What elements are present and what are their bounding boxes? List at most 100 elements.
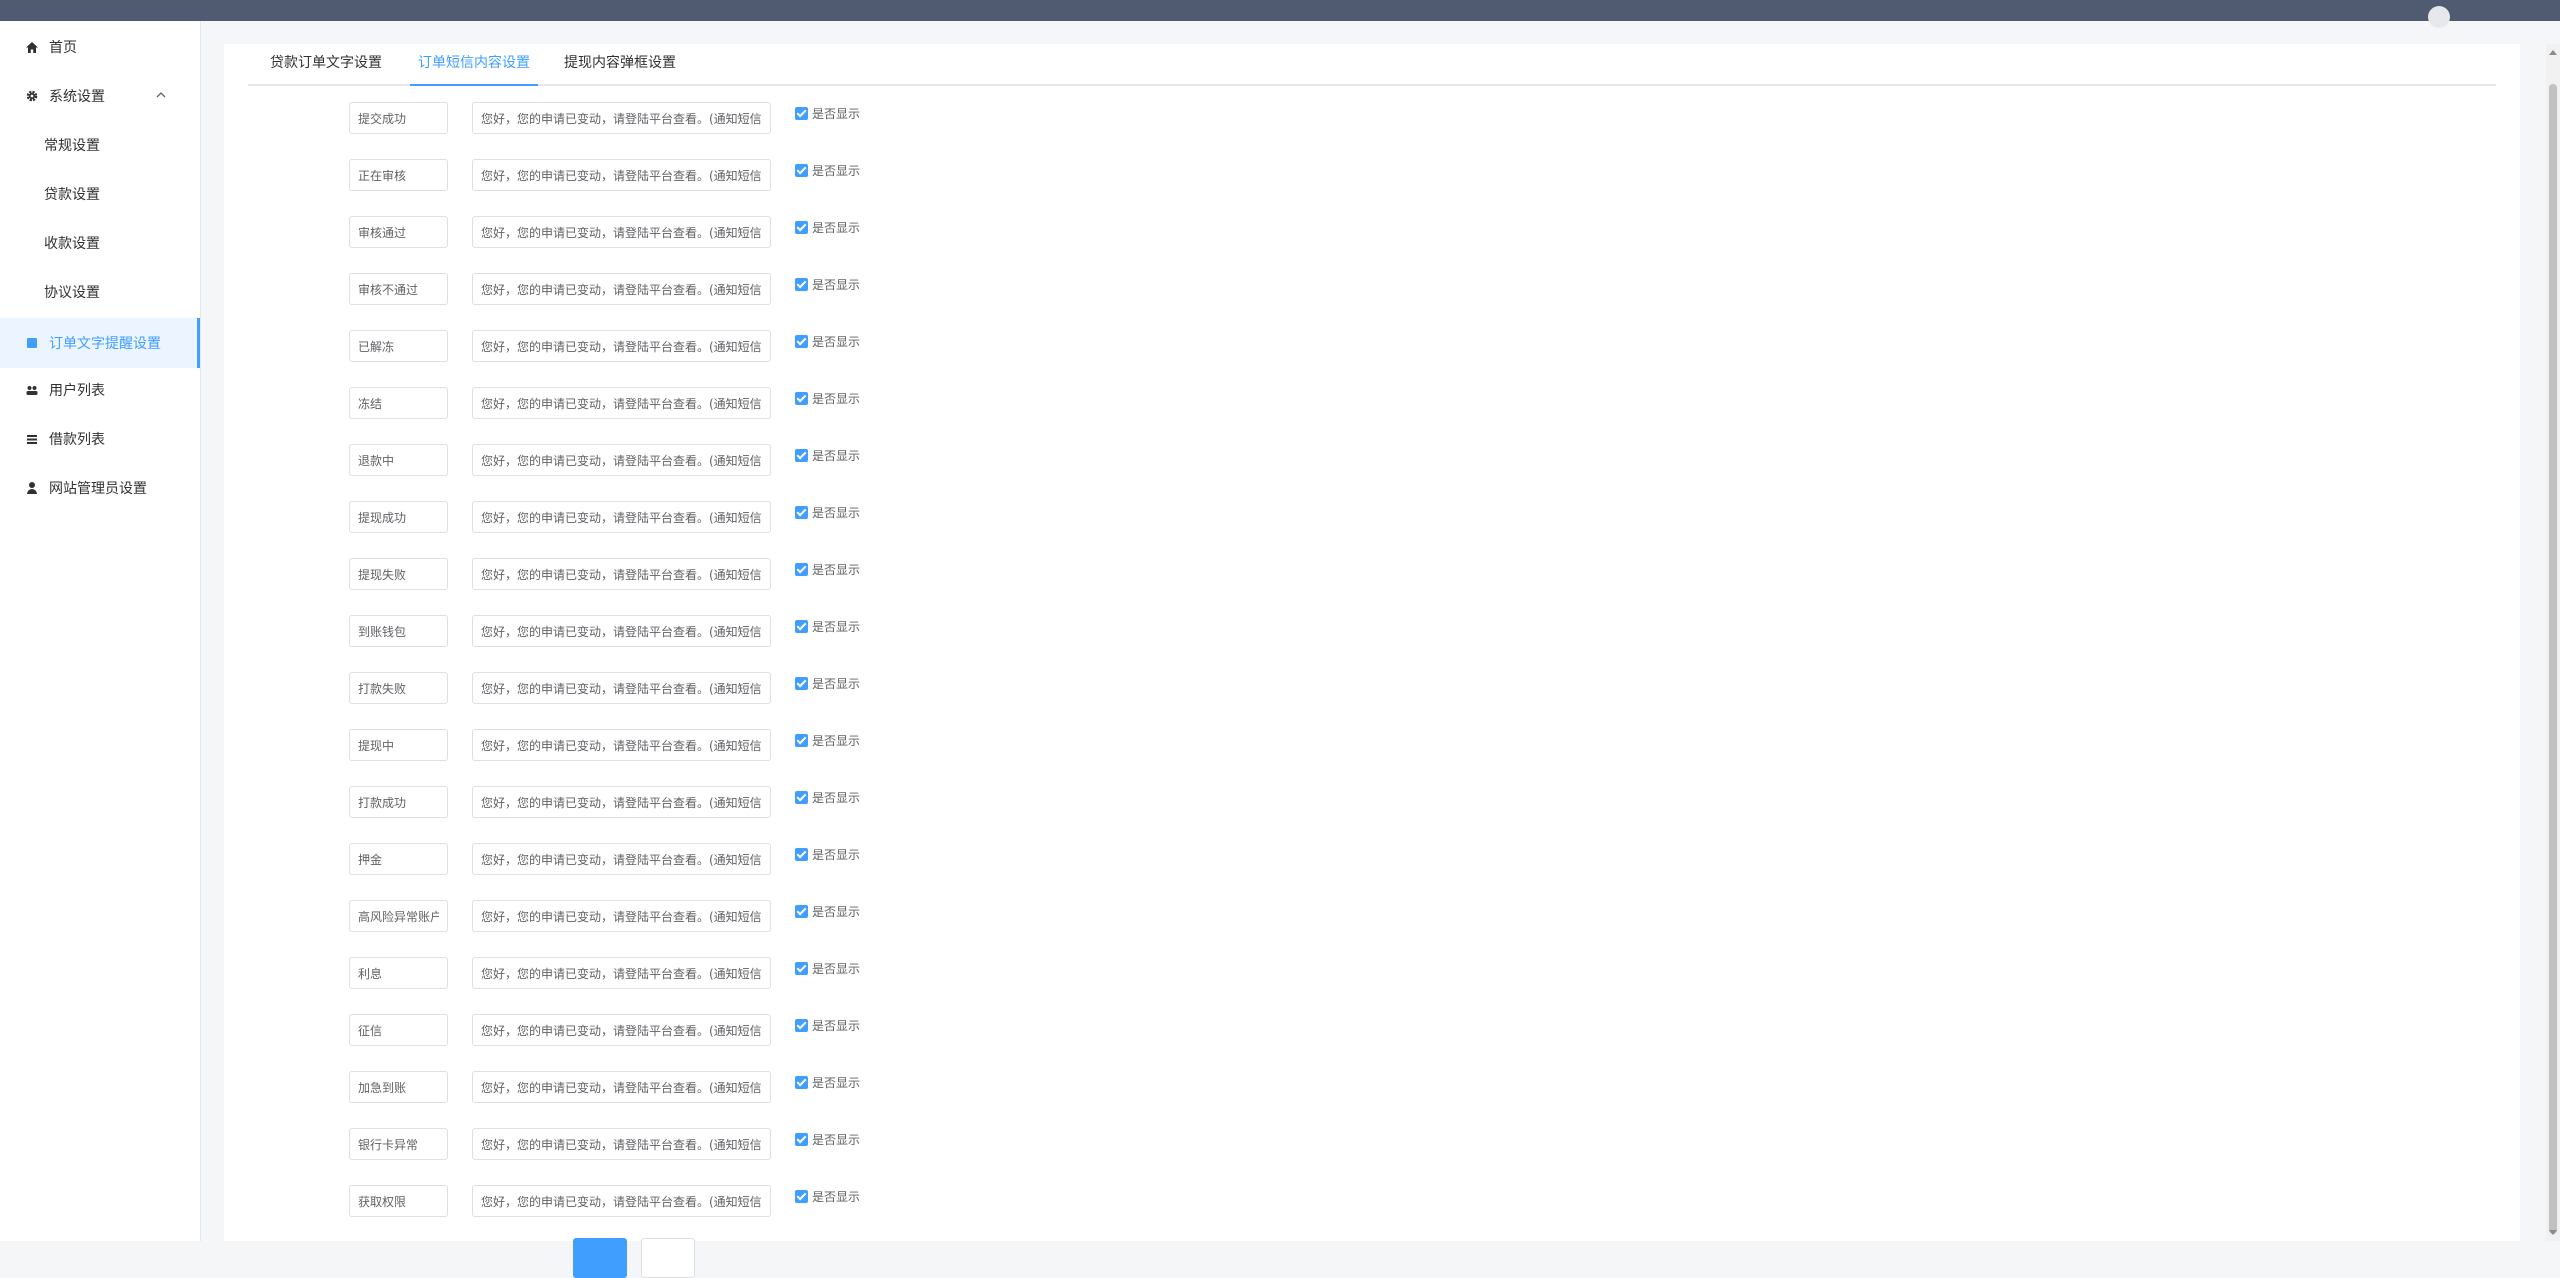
checkbox-checked-icon[interactable]	[795, 278, 808, 291]
status-name-input[interactable]	[349, 786, 448, 818]
status-name-input[interactable]	[349, 672, 448, 704]
status-name-input[interactable]	[349, 1128, 448, 1160]
status-name-input[interactable]	[349, 729, 448, 761]
status-name-input[interactable]	[349, 501, 448, 533]
status-name-input[interactable]	[349, 216, 448, 248]
sms-content-input[interactable]	[472, 1071, 771, 1103]
reset-button[interactable]	[641, 1238, 695, 1278]
checkbox-checked-icon[interactable]	[795, 335, 808, 348]
checkbox-checked-icon[interactable]	[795, 791, 808, 804]
sidebar-item-loan-list[interactable]: 借款列表	[0, 416, 200, 462]
status-name-input[interactable]	[349, 843, 448, 875]
sidebar-item-general-settings[interactable]: 常规设置	[0, 122, 200, 168]
show-checkbox[interactable]: 是否显示	[795, 162, 860, 179]
sidebar-item-user-list[interactable]: 用户列表	[0, 367, 200, 413]
checkbox-checked-icon[interactable]	[795, 734, 808, 747]
sidebar-item-payment-settings[interactable]: 收款设置	[0, 220, 200, 266]
sms-content-input[interactable]	[472, 558, 771, 590]
checkbox-checked-icon[interactable]	[795, 392, 808, 405]
sms-content-input[interactable]	[472, 672, 771, 704]
status-name-input[interactable]	[349, 1014, 448, 1046]
sms-content-input[interactable]	[472, 216, 771, 248]
checkbox-checked-icon[interactable]	[795, 221, 808, 234]
sms-content-input[interactable]	[472, 843, 771, 875]
show-checkbox[interactable]: 是否显示	[795, 504, 860, 521]
checkbox-checked-icon[interactable]	[795, 620, 808, 633]
scroll-up-icon[interactable]	[2549, 50, 2557, 55]
sms-content-input[interactable]	[472, 1014, 771, 1046]
checkbox-checked-icon[interactable]	[795, 449, 808, 462]
checkbox-checked-icon[interactable]	[795, 506, 808, 519]
show-checkbox[interactable]: 是否显示	[795, 789, 860, 806]
status-name-input[interactable]	[349, 387, 448, 419]
sms-content-input[interactable]	[472, 102, 771, 134]
sms-content-input[interactable]	[472, 159, 771, 191]
checkbox-checked-icon[interactable]	[795, 164, 808, 177]
status-name-input[interactable]	[349, 900, 448, 932]
show-checkbox[interactable]: 是否显示	[795, 333, 860, 350]
avatar[interactable]	[2428, 6, 2450, 28]
show-checkbox[interactable]: 是否显示	[795, 219, 860, 236]
show-checkbox[interactable]: 是否显示	[795, 390, 860, 407]
show-checkbox[interactable]: 是否显示	[795, 1131, 860, 1148]
status-name-input[interactable]	[349, 273, 448, 305]
show-checkbox[interactable]: 是否显示	[795, 276, 860, 293]
show-checkbox[interactable]: 是否显示	[795, 732, 860, 749]
sms-content-input[interactable]	[472, 387, 771, 419]
status-name-input[interactable]	[349, 159, 448, 191]
scroll-down-icon[interactable]	[2549, 1230, 2557, 1235]
status-name-input[interactable]	[349, 1185, 448, 1217]
sms-content-input[interactable]	[472, 957, 771, 989]
show-checkbox[interactable]: 是否显示	[795, 1017, 860, 1034]
show-checkbox[interactable]: 是否显示	[795, 447, 860, 464]
show-checkbox[interactable]: 是否显示	[795, 1188, 860, 1205]
checkbox-checked-icon[interactable]	[795, 848, 808, 861]
checkbox-checked-icon[interactable]	[795, 563, 808, 576]
status-name-input[interactable]	[349, 102, 448, 134]
sidebar-item-home[interactable]: 首页	[0, 24, 200, 70]
sms-content-input[interactable]	[472, 330, 771, 362]
checkbox-checked-icon[interactable]	[795, 962, 808, 975]
checkbox-checked-icon[interactable]	[795, 107, 808, 120]
status-name-input[interactable]	[349, 1071, 448, 1103]
sidebar-item-admin-settings[interactable]: 网站管理员设置	[0, 465, 200, 511]
sms-content-input[interactable]	[472, 1185, 771, 1217]
tab-order-sms[interactable]: 订单短信内容设置	[410, 52, 538, 86]
show-checkbox[interactable]: 是否显示	[795, 105, 860, 122]
tab-withdraw-popup[interactable]: 提现内容弹框设置	[560, 52, 680, 82]
show-checkbox[interactable]: 是否显示	[795, 1074, 860, 1091]
status-name-input[interactable]	[349, 330, 448, 362]
checkbox-checked-icon[interactable]	[795, 1019, 808, 1032]
tab-loan-order-text[interactable]: 贷款订单文字设置	[266, 52, 386, 82]
status-name-input[interactable]	[349, 615, 448, 647]
show-checkbox[interactable]: 是否显示	[795, 903, 860, 920]
checkbox-checked-icon[interactable]	[795, 1190, 808, 1203]
checkbox-checked-icon[interactable]	[795, 1076, 808, 1089]
sms-content-input[interactable]	[472, 615, 771, 647]
show-checkbox[interactable]: 是否显示	[795, 960, 860, 977]
submit-button[interactable]	[573, 1238, 627, 1278]
sms-content-input[interactable]	[472, 729, 771, 761]
scrollbar[interactable]	[2546, 44, 2560, 1241]
checkbox-checked-icon[interactable]	[795, 677, 808, 690]
sidebar-item-system-settings[interactable]: 系统设置	[0, 73, 200, 119]
sms-content-input[interactable]	[472, 501, 771, 533]
checkbox-checked-icon[interactable]	[795, 1133, 808, 1146]
checkbox-checked-icon[interactable]	[795, 905, 808, 918]
sidebar-item-order-text-reminder[interactable]: 订单文字提醒设置	[0, 318, 200, 368]
show-checkbox[interactable]: 是否显示	[795, 846, 860, 863]
status-name-input[interactable]	[349, 444, 448, 476]
sms-content-input[interactable]	[472, 786, 771, 818]
show-checkbox[interactable]: 是否显示	[795, 561, 860, 578]
status-name-input[interactable]	[349, 957, 448, 989]
scroll-thumb[interactable]	[2549, 84, 2557, 1234]
sms-content-input[interactable]	[472, 273, 771, 305]
sms-content-input[interactable]	[472, 1128, 771, 1160]
sms-content-input[interactable]	[472, 444, 771, 476]
sidebar-item-agreement-settings[interactable]: 协议设置	[0, 269, 200, 315]
show-checkbox[interactable]: 是否显示	[795, 618, 860, 635]
show-checkbox[interactable]: 是否显示	[795, 675, 860, 692]
status-name-input[interactable]	[349, 558, 448, 590]
sms-content-input[interactable]	[472, 900, 771, 932]
sidebar-item-loan-settings[interactable]: 贷款设置	[0, 171, 200, 217]
